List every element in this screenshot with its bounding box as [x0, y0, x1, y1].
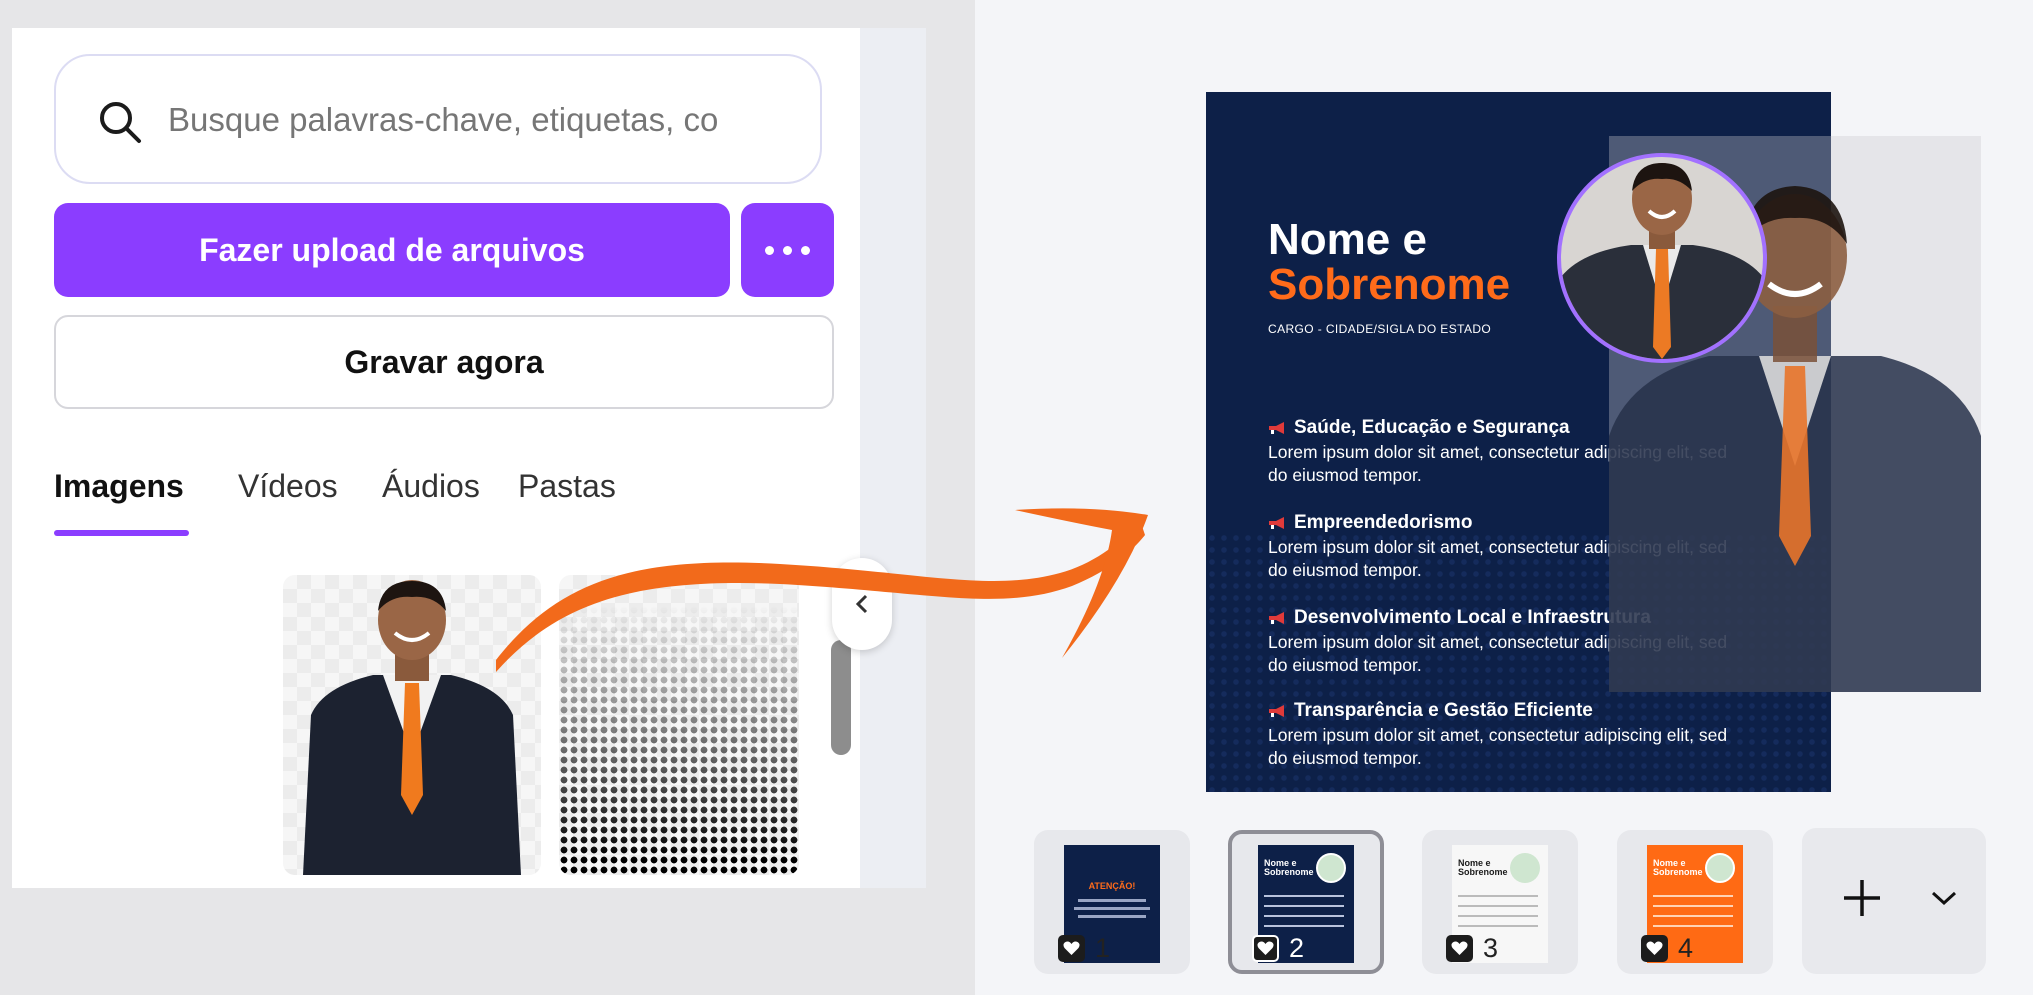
- page-number: 2: [1289, 933, 1305, 963]
- plus-icon: [1844, 880, 1880, 916]
- tab-folders[interactable]: Pastas: [518, 468, 616, 505]
- page-number: 1: [1095, 933, 1111, 963]
- tab-audios[interactable]: Áudios: [382, 468, 480, 505]
- heart-icon: [1058, 935, 1085, 962]
- heart-icon: [1252, 935, 1279, 962]
- page-number: 3: [1483, 933, 1499, 963]
- flyer-name-line2[interactable]: Sobrenome: [1268, 260, 1510, 310]
- photo-frame-circle[interactable]: [1557, 153, 1767, 363]
- mini-page-title: Nome e Sobrenome: [1458, 858, 1508, 877]
- upload-files-label: Fazer upload de arquivos: [199, 231, 585, 268]
- halftone-pattern: [559, 575, 799, 875]
- record-now-button[interactable]: Gravar agora: [54, 315, 834, 409]
- person-photo: [303, 580, 521, 875]
- more-options-button[interactable]: [741, 203, 834, 297]
- more-horizontal-icon: [765, 245, 774, 255]
- panel-collapse-handle[interactable]: [832, 558, 892, 650]
- flyer-item[interactable]: Transparência e Gestão Eficiente Lorem i…: [1268, 700, 1738, 770]
- heart-icon: [1446, 935, 1473, 962]
- scrollbar-thumb[interactable]: [831, 640, 851, 755]
- more-horizontal-icon: [801, 245, 810, 255]
- megaphone-icon: [1269, 705, 1284, 717]
- upload-files-button[interactable]: Fazer upload de arquivos: [54, 203, 730, 297]
- search-box[interactable]: [54, 54, 822, 184]
- flyer-item-title: Desenvolvimento Local e Infraestrutura: [1294, 607, 1651, 628]
- flyer-item-body: Lorem ipsum dolor sit amet, consectetur …: [1268, 725, 1728, 768]
- person-photo: [1561, 163, 1763, 359]
- panel-gutter: [860, 28, 926, 888]
- page-thumbnail-3[interactable]: Nome e Sobrenome 3: [1422, 830, 1578, 974]
- search-icon: [100, 102, 141, 143]
- heart-icon: [1641, 935, 1668, 962]
- megaphone-icon: [1269, 422, 1284, 434]
- page-thumbnail-2[interactable]: Nome e Sobrenome 2: [1228, 830, 1384, 974]
- uploaded-image-halftone[interactable]: [559, 575, 799, 875]
- mini-page-title: ATENÇÃO!: [1088, 881, 1136, 891]
- mini-page-title: Nome e Sobrenome: [1264, 858, 1314, 877]
- uploaded-image-person[interactable]: [283, 575, 541, 875]
- chevron-down-icon: [1931, 891, 1957, 906]
- tab-videos[interactable]: Vídeos: [238, 468, 338, 505]
- page-number: 4: [1678, 933, 1694, 963]
- expand-pages-button[interactable]: [1914, 868, 1974, 928]
- flyer-item-title: Empreendedorismo: [1294, 512, 1473, 533]
- flyer-name-line1[interactable]: Nome e: [1268, 215, 1427, 265]
- search-input[interactable]: [168, 96, 768, 144]
- tab-images[interactable]: Imagens: [54, 468, 184, 505]
- more-horizontal-icon: [783, 245, 792, 255]
- active-tab-indicator: [54, 530, 189, 536]
- megaphone-icon: [1269, 612, 1284, 624]
- page-actions: [1802, 828, 1986, 974]
- megaphone-icon: [1269, 517, 1284, 529]
- page-thumbnail-4[interactable]: Nome e Sobrenome 4: [1617, 830, 1773, 974]
- page-thumbnail-1[interactable]: ATENÇÃO! 1: [1034, 830, 1190, 974]
- flyer-role[interactable]: CARGO - CIDADE/SIGLA DO ESTADO: [1268, 322, 1491, 336]
- mini-page-title: Nome e Sobrenome: [1653, 858, 1703, 877]
- uploads-panel: Fazer upload de arquivos Gravar agora Im…: [12, 28, 860, 888]
- flyer-item-title: Saúde, Educação e Segurança: [1294, 417, 1570, 438]
- flyer-item-title: Transparência e Gestão Eficiente: [1294, 700, 1593, 721]
- add-page-button[interactable]: [1822, 858, 1902, 938]
- chevron-left-icon: [855, 594, 868, 614]
- record-now-label: Gravar agora: [344, 343, 544, 380]
